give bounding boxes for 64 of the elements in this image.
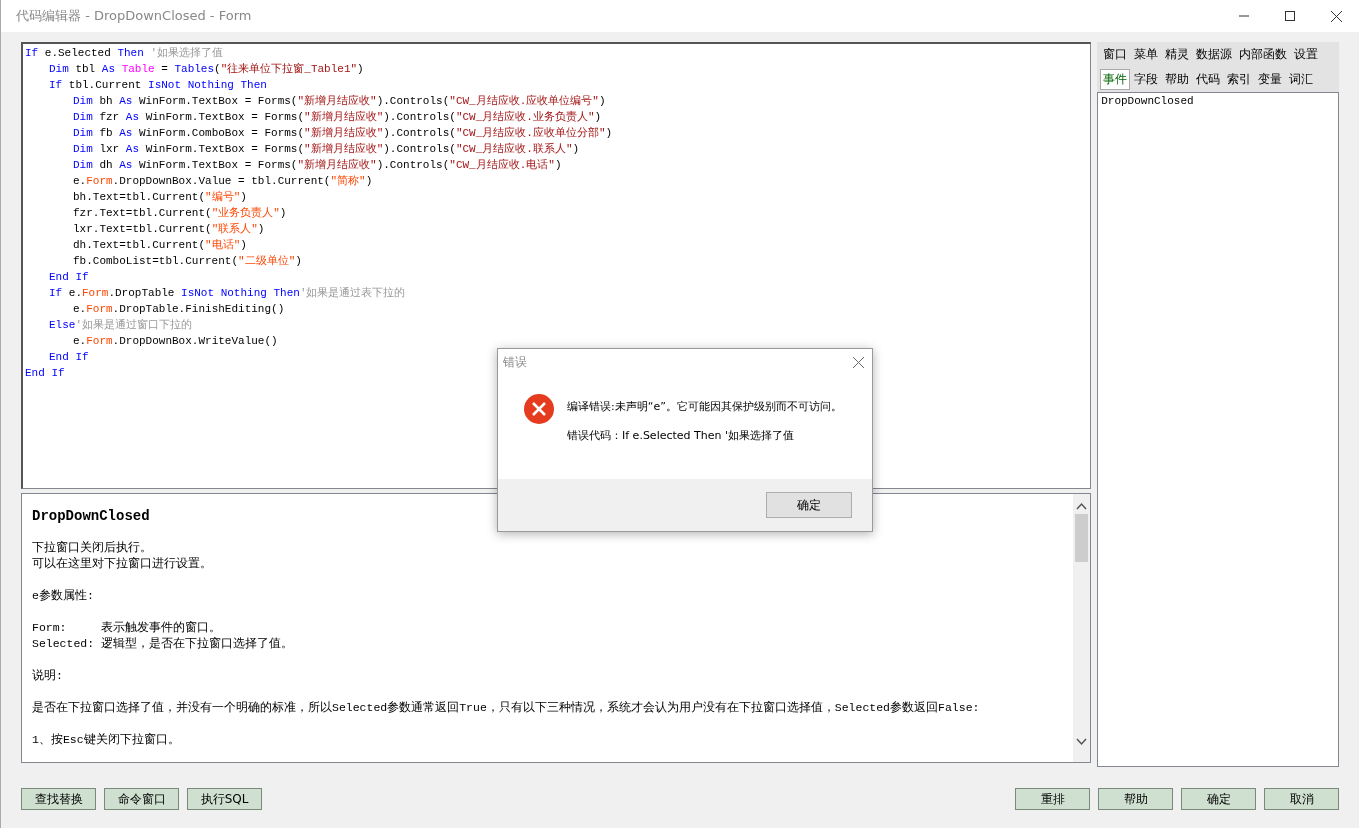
error-code: 错误代码：If e.Selected Then '如果选择了值 <box>567 428 795 443</box>
help-text: 1、按Esc键关闭下拉窗口。 <box>32 732 181 748</box>
code-line: If e.Selected Then '如果选择了值 <box>25 46 224 61</box>
code-line: e.Form.DropTable.FinishEditing() <box>73 302 285 317</box>
code-line: bh.Text=tbl.Current("编号") <box>73 190 247 205</box>
help-text: 说明: <box>32 668 64 684</box>
help-text: 下拉窗口关闭后执行。 <box>32 540 153 556</box>
error-message: 编译错误:未声明“e”。它可能因其保护级别而不可访问。 <box>567 399 842 414</box>
side-tab[interactable]: 索引 <box>1224 69 1255 90</box>
code-line: Else'如果是通过窗口下拉的 <box>49 318 192 333</box>
dialog-title: 错误 <box>503 353 527 371</box>
maximize-icon[interactable] <box>1285 11 1295 21</box>
code-line: Dim tbl As Table = Tables("往来单位下拉窗_Table1") <box>49 62 364 77</box>
event-item[interactable]: DropDownClosed <box>1101 95 1335 107</box>
window-title: 代码编辑器 - DropDownClosed - Form <box>16 7 253 25</box>
close-icon[interactable] <box>853 356 864 368</box>
action-button[interactable]: 确定 <box>1181 788 1256 810</box>
toolbar-button[interactable]: 查找替换 <box>21 788 96 810</box>
code-line: End If <box>49 270 89 285</box>
code-line: e.Form.DropDownBox.Value = tbl.Current("简称") <box>73 174 373 189</box>
side-tab[interactable]: 帮助 <box>1162 69 1193 90</box>
side-tab[interactable]: 代码 <box>1193 69 1224 90</box>
code-line: Dim lxr As WinForm.TextBox = Forms("新增月结应收").Controls("CW_月结应收.联系人") <box>73 142 580 157</box>
side-tab[interactable]: 精灵 <box>1162 44 1193 65</box>
action-button[interactable]: 取消 <box>1264 788 1339 810</box>
scroll-up-icon[interactable] <box>1076 502 1088 510</box>
scroll-down-icon[interactable] <box>1076 738 1088 746</box>
code-line: dh.Text=tbl.Current("电话") <box>73 238 247 253</box>
code-line: fzr.Text=tbl.Current("业务负责人") <box>73 206 287 221</box>
code-line: If e.Form.DropTable IsNot Nothing Then'如果是通过表下拉的 <box>49 286 406 301</box>
scrollbar[interactable] <box>1073 494 1091 762</box>
side-tab[interactable]: 窗口 <box>1100 44 1131 65</box>
code-line: End If <box>25 366 65 381</box>
side-tab[interactable]: 变量 <box>1255 69 1286 90</box>
code-line: Dim bh As WinForm.TextBox = Forms("新增月结应收").Controls("CW_月结应收.应收单位编号") <box>73 94 606 109</box>
help-text: 可以在这里对下拉窗口进行设置。 <box>32 556 213 572</box>
code-line: e.Form.DropDownBox.WriteValue() <box>73 334 278 349</box>
action-button[interactable]: 帮助 <box>1098 788 1173 810</box>
code-line: fb.ComboList=tbl.Current("二级单位") <box>73 254 302 269</box>
side-tab[interactable]: 菜单 <box>1131 44 1162 65</box>
toolbar-button[interactable]: 执行SQL <box>187 788 262 810</box>
code-line: lxr.Text=tbl.Current("联系人") <box>73 222 265 237</box>
close-icon[interactable] <box>1330 10 1342 22</box>
help-title: DropDownClosed <box>32 508 151 524</box>
side-tab[interactable]: 事件 <box>1100 69 1131 90</box>
code-line: Dim fzr As WinForm.TextBox = Forms("新增月结应收").Controls("CW_月结应收.业务负责人") <box>73 110 602 125</box>
code-line: Dim dh As WinForm.TextBox = Forms("新增月结应收").Controls("CW_月结应收.电话") <box>73 158 562 173</box>
side-tab[interactable]: 字段 <box>1131 69 1162 90</box>
side-tab[interactable]: 内部函数 <box>1236 44 1291 65</box>
code-line: If tbl.Current IsNot Nothing Then <box>49 78 267 93</box>
side-tab[interactable]: 数据源 <box>1193 44 1236 65</box>
side-tab[interactable]: 设置 <box>1291 44 1322 65</box>
help-text: e参数属性: <box>32 588 95 604</box>
code-line: End If <box>49 350 89 365</box>
side-tab[interactable]: 词汇 <box>1286 69 1317 90</box>
toolbar-button[interactable]: 命令窗口 <box>104 788 179 810</box>
code-line: Dim fb As WinForm.ComboBox = Forms("新增月结应收").Controls("CW_月结应收.应收单位分部") <box>73 126 613 141</box>
scroll-thumb[interactable] <box>1075 514 1089 562</box>
help-text: Form: 表示触发事件的窗口。 <box>32 620 222 636</box>
help-text: Selected: 逻辑型，是否在下拉窗口选择了值。 <box>32 636 294 652</box>
action-button[interactable]: 重排 <box>1015 788 1090 810</box>
error-icon <box>523 393 555 425</box>
ok-button[interactable]: 确定 <box>766 492 852 518</box>
help-text: 是否在下拉窗口选择了值，并没有一个明确的标准，所以Selected参数通常返回True，只有以下三种情况，系统才会认为用户没有在下拉窗口选择值，Selected参数返回False: <box>32 700 981 716</box>
